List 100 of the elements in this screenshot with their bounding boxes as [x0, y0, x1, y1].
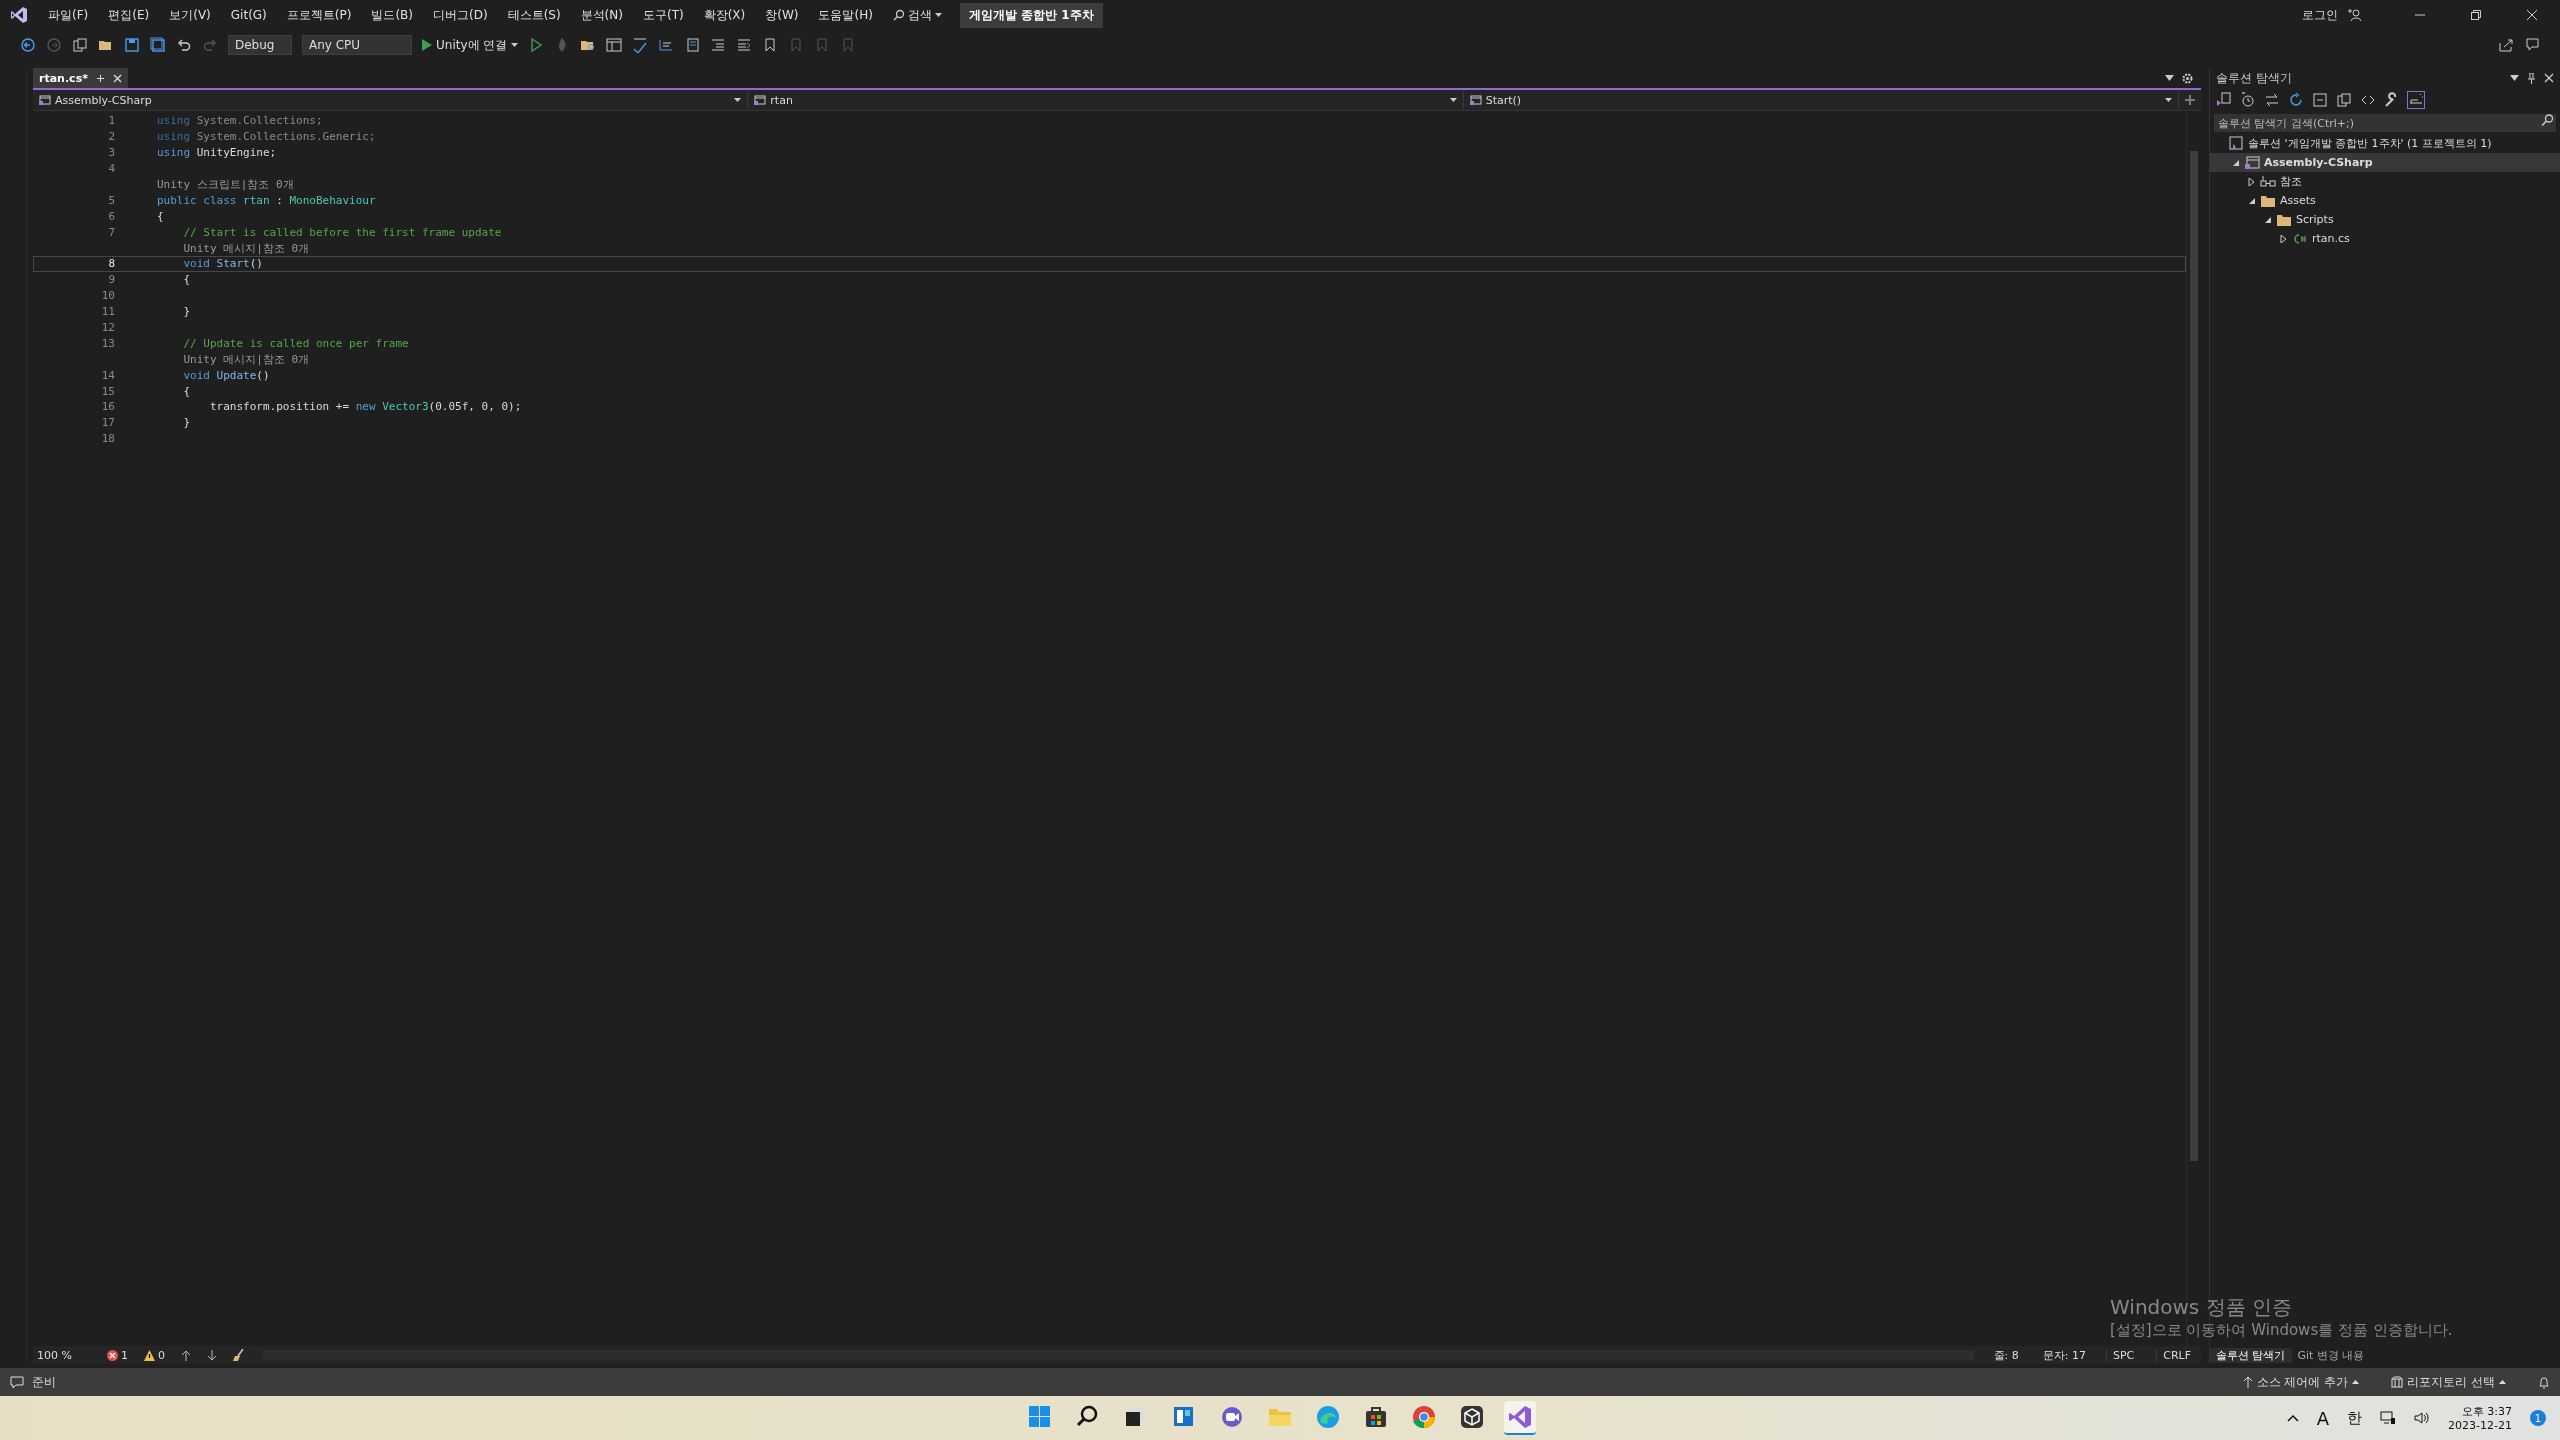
indent-icon[interactable] — [710, 37, 727, 53]
pin-icon[interactable] — [95, 73, 105, 83]
menu-item[interactable]: 디버그(D) — [423, 3, 498, 27]
down-arrow-icon[interactable] — [207, 1349, 217, 1361]
sync-icon[interactable] — [2264, 92, 2280, 108]
tree-item[interactable]: Scripts — [2210, 210, 2560, 229]
history-icon[interactable] — [2240, 92, 2256, 108]
menu-item[interactable]: 창(W) — [755, 3, 809, 27]
solution-view-icon[interactable] — [2216, 92, 2232, 108]
close-icon[interactable] — [2544, 73, 2554, 83]
up-arrow-icon[interactable] — [181, 1349, 191, 1361]
configuration-dropdown[interactable]: Debug — [228, 35, 292, 55]
refresh-icon[interactable] — [2288, 92, 2304, 108]
project-dropdown[interactable]: Assembly-CSharp — [33, 91, 749, 109]
repository-button[interactable]: 리포지토리 선택 — [2391, 1373, 2506, 1391]
menu-item[interactable]: 프로젝트(P) — [276, 3, 362, 27]
platform-dropdown[interactable]: Any CPU — [302, 35, 412, 55]
warning-count[interactable]: 0 — [144, 1348, 165, 1362]
menu-item[interactable]: 확장(X) — [693, 3, 756, 27]
menu-item[interactable]: 도구(T) — [632, 3, 694, 27]
save-all-icon[interactable] — [150, 37, 166, 53]
clock-time[interactable]: 오후 3:37 — [2461, 1404, 2512, 1419]
tree-item[interactable]: 참조 — [2210, 172, 2560, 191]
play-icon — [422, 39, 432, 51]
notification-badge[interactable]: 1 — [2530, 1410, 2546, 1426]
tree-item[interactable]: Assets — [2210, 191, 2560, 210]
collapsed-arrow-icon[interactable] — [2248, 177, 2256, 186]
panel-tab[interactable]: Git 변경 내용 — [2291, 1347, 2371, 1363]
spell-check-icon[interactable] — [632, 37, 649, 53]
code-line: transform.position += new Vector3(0.05f, 0, 0); — [208, 400, 522, 414]
ime-indicator[interactable]: 한 — [2347, 1408, 2363, 1428]
collapse-all-icon[interactable] — [2312, 92, 2328, 108]
panel-tab[interactable]: 솔루션 탐색기 — [2210, 1347, 2292, 1363]
close-icon[interactable] — [2526, 9, 2538, 21]
menu-item[interactable]: 테스트(S) — [497, 3, 571, 27]
line-number: 11 — [101, 305, 115, 319]
save-icon[interactable] — [124, 37, 140, 53]
expanded-arrow-icon[interactable] — [2232, 158, 2240, 167]
live-share-icon[interactable] — [2498, 37, 2514, 53]
expanded-arrow-icon[interactable] — [2248, 196, 2256, 205]
code-lens[interactable]: Unity 메시지|참조 0개 — [157, 351, 310, 367]
dropdown-icon[interactable] — [2510, 75, 2519, 81]
pin-icon[interactable] — [2527, 72, 2536, 84]
menu-item[interactable]: 도움말(H) — [808, 3, 883, 27]
expanded-arrow-icon[interactable] — [2264, 215, 2272, 224]
restore-icon[interactable] — [2470, 9, 2482, 21]
collapsed-arrow-icon[interactable] — [2280, 234, 2288, 243]
split-icon[interactable] — [2185, 95, 2195, 105]
undo-icon[interactable] — [176, 37, 192, 53]
copy-icon[interactable] — [2336, 92, 2352, 108]
zoom-dropdown[interactable]: 100 % — [33, 1348, 91, 1362]
menu-item[interactable]: Git(G) — [220, 5, 277, 25]
line-number: 1 — [108, 114, 115, 128]
search-field[interactable]: 솔루션 탐색기 검색(Ctrl+;) — [2214, 114, 2540, 132]
code-line: { — [182, 384, 191, 398]
code-lens[interactable]: Unity 메시지|참조 0개 — [157, 240, 310, 256]
volume-icon[interactable] — [2414, 1411, 2431, 1425]
menu-item[interactable]: 빌드(B) — [361, 3, 423, 27]
back-icon[interactable] — [20, 37, 36, 53]
tree-item[interactable]: rtan.cs — [2210, 229, 2560, 248]
run-button[interactable]: Unity에 연결 — [422, 36, 519, 54]
login-link[interactable]: 로그인 — [2302, 6, 2338, 24]
account-icon[interactable] — [2348, 8, 2362, 22]
caret-icon — [934, 13, 942, 17]
line-ending-indicator[interactable]: CRLF — [2156, 1348, 2197, 1362]
scrollbar-thumb[interactable] — [2190, 151, 2198, 1161]
caret-icon — [511, 43, 519, 47]
window-layout-icon[interactable] — [606, 37, 623, 53]
code-line: using System.Collections; — [157, 114, 323, 128]
menu-item[interactable]: 보기(V) — [159, 3, 221, 27]
clock-date[interactable]: 2023-12-21 — [2448, 1419, 2512, 1432]
chevron-up-icon[interactable] — [2286, 1414, 2299, 1422]
search-button[interactable]: 검색 — [882, 3, 952, 27]
menu-item[interactable]: 분석(N) — [570, 3, 633, 27]
network-icon[interactable] — [2380, 1411, 2397, 1425]
whitespace-indicator[interactable]: SPC — [2105, 1348, 2141, 1362]
brush-icon[interactable] — [233, 1349, 247, 1361]
search-icon — [2540, 114, 2556, 132]
code-lens[interactable]: Unity 스크립트|참조 0개 — [157, 177, 294, 192]
member-dropdown[interactable]: Start() — [1463, 91, 2179, 109]
tree-item[interactable]: 솔루션 '게임개발 종합반 1주차' (1 프로젝트의 1) — [2210, 134, 2560, 153]
error-count[interactable]: 1 — [107, 1348, 128, 1362]
new-item-icon[interactable] — [72, 37, 88, 53]
tree-item[interactable]: Assembly-CSharp — [2210, 153, 2560, 172]
menu-item[interactable]: 편집(E) — [98, 3, 160, 27]
line-number: 12 — [101, 321, 115, 334]
bell-icon[interactable] — [2538, 1375, 2550, 1389]
caret-icon — [2499, 1380, 2506, 1384]
document-tab[interactable]: rtan.cs* — [33, 68, 128, 88]
feedback-icon[interactable] — [2524, 37, 2540, 53]
type-dropdown[interactable]: rtan — [748, 91, 1464, 109]
input-indicator[interactable]: A — [2316, 1407, 2330, 1429]
menu-item[interactable]: 파일(F) — [38, 3, 99, 27]
line-number: 16 — [101, 400, 115, 414]
outdent-icon[interactable] — [736, 37, 753, 53]
dropdown-icon[interactable] — [2165, 75, 2174, 81]
close-icon[interactable] — [112, 73, 122, 83]
source-control-button[interactable]: 소스 제어에 추가 — [2242, 1373, 2360, 1391]
app-logo-icon[interactable] — [1504, 1401, 1536, 1435]
settings-icon[interactable] — [2182, 72, 2193, 84]
